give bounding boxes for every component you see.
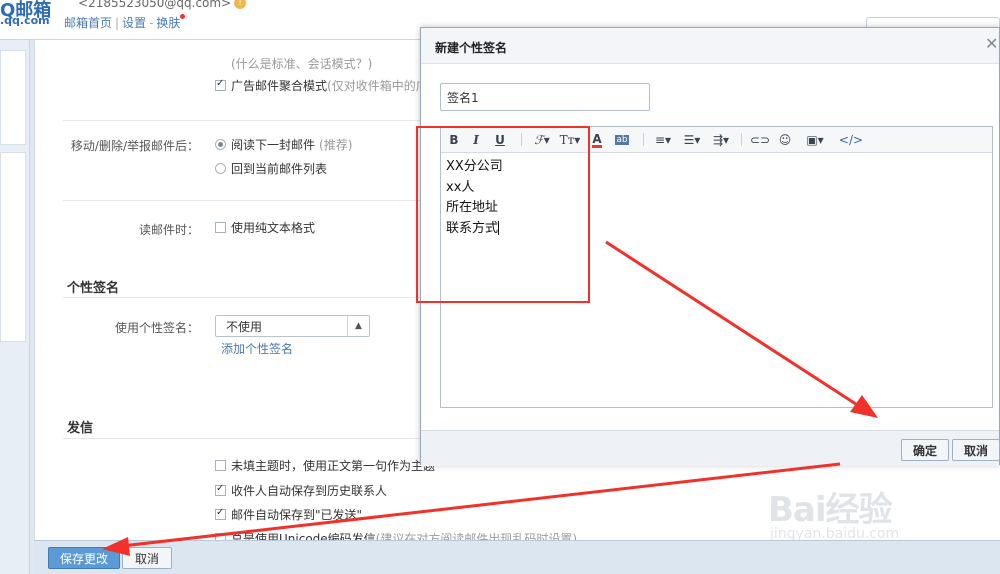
watermark-brand: Bai经验 [768, 490, 893, 530]
watermark-url: jingyan.baidu.com [770, 526, 900, 542]
arrow-to-save [102, 462, 841, 556]
arrow-to-confirm [605, 240, 878, 418]
watermark: Bai经验 jingyan.baidu.com [768, 480, 968, 550]
